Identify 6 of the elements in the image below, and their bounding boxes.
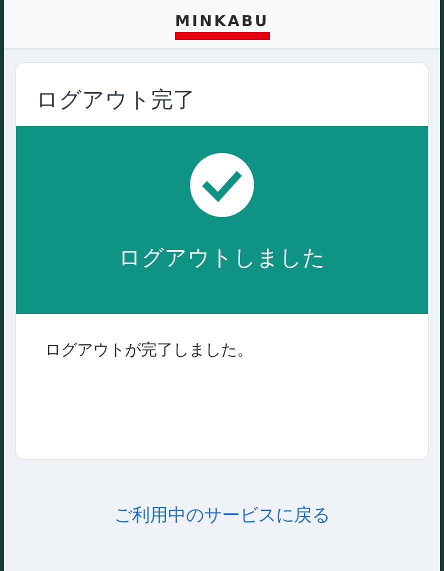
message-text: ログアウトが完了しました。	[44, 339, 254, 361]
banner-message: ログアウトしました	[118, 245, 326, 273]
logo[interactable]: MINKABU	[174, 8, 270, 40]
check-icon	[190, 153, 254, 217]
return-link[interactable]: ご利用中のサービスに戻る	[114, 503, 330, 527]
card-title: ログアウト完了	[35, 87, 196, 115]
